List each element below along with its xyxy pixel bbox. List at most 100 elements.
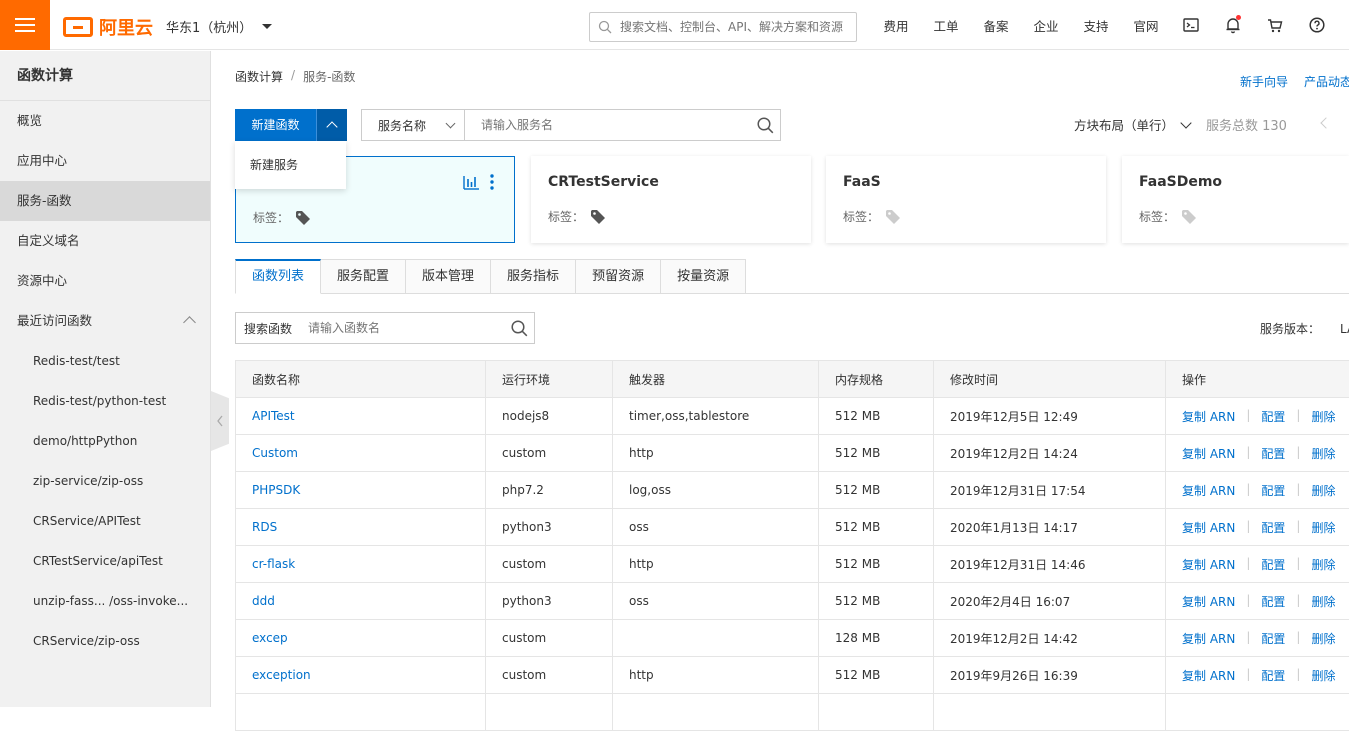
recent-function-item[interactable]: demo/httpPython <box>0 421 210 461</box>
memory-cell: 512 MB <box>819 509 934 546</box>
delete-link[interactable]: 删除 <box>1311 408 1335 425</box>
service-version[interactable]: 服务版本：LA <box>1260 320 1349 337</box>
search-icon[interactable] <box>504 320 534 337</box>
sidebar-item-overview[interactable]: 概览 <box>0 101 210 141</box>
function-search-input[interactable] <box>292 321 504 335</box>
layout-selector[interactable]: 方块布局（单行） <box>1074 115 1190 134</box>
new-function-button[interactable]: 新建函数 <box>235 109 317 141</box>
nav-support[interactable]: 支持 <box>1071 16 1121 35</box>
recent-function-item[interactable]: Redis-test/python-test <box>0 381 210 421</box>
service-card[interactable]: FaaSDemo 标签： <box>1122 156 1349 243</box>
guide-link[interactable]: 新手向导 <box>1240 73 1288 90</box>
new-service-menu-item[interactable]: 新建服务 <box>235 141 346 189</box>
action-separator: | <box>1246 556 1250 573</box>
delete-link[interactable]: 删除 <box>1311 593 1335 610</box>
tag-icon[interactable] <box>885 209 901 225</box>
copy-arn-link[interactable]: 复制 ARN <box>1182 519 1235 536</box>
aliyun-logo[interactable]: 阿里云 <box>63 14 153 40</box>
runtime-cell <box>486 694 613 731</box>
sidebar-item-recent[interactable]: 最近访问函数 <box>0 301 210 341</box>
service-search-field-select[interactable]: 服务名称 <box>362 110 465 140</box>
function-name-link[interactable]: APITest <box>236 398 486 435</box>
copy-arn-link[interactable]: 复制 ARN <box>1182 556 1235 573</box>
sidebar-item-service-function[interactable]: 服务-函数 <box>0 181 210 221</box>
sidebar-item-custom-domain[interactable]: 自定义域名 <box>0 221 210 261</box>
hamburger-menu-button[interactable] <box>0 0 50 50</box>
sidebar-item-resource-center[interactable]: 资源中心 <box>0 261 210 301</box>
terminal-icon[interactable] <box>1170 0 1212 50</box>
recent-function-item[interactable]: CRTestService/apiTest <box>0 541 210 581</box>
runtime-cell: custom <box>486 435 613 472</box>
copy-arn-link[interactable]: 复制 ARN <box>1182 667 1235 684</box>
function-name-link[interactable] <box>236 694 486 731</box>
copy-arn-link[interactable]: 复制 ARN <box>1182 630 1235 647</box>
runtime-cell: nodejs8 <box>486 398 613 435</box>
nav-tickets[interactable]: 工单 <box>921 16 971 35</box>
recent-function-item[interactable]: CRService/APITest <box>0 501 210 541</box>
nav-enterprise[interactable]: 企业 <box>1021 16 1071 35</box>
config-link[interactable]: 配置 <box>1261 482 1285 499</box>
delete-link[interactable]: 删除 <box>1311 556 1335 573</box>
trigger-cell: timer,oss,tablestore <box>613 398 819 435</box>
config-link[interactable]: 配置 <box>1261 519 1285 536</box>
service-card[interactable]: CRTestService 标签： <box>531 156 811 243</box>
tag-icon[interactable] <box>295 210 311 226</box>
bell-icon[interactable] <box>1212 0 1254 50</box>
function-name-link[interactable]: ddd <box>236 583 486 620</box>
copy-arn-link[interactable]: 复制 ARN <box>1182 408 1235 425</box>
recent-function-item[interactable]: Redis-test/test <box>0 341 210 381</box>
cart-icon[interactable] <box>1254 0 1296 50</box>
service-search-input[interactable] <box>465 110 750 140</box>
config-link[interactable]: 配置 <box>1261 556 1285 573</box>
more-vertical-icon[interactable] <box>490 174 494 190</box>
tab-on-demand-resources[interactable]: 按量资源 <box>661 259 746 294</box>
config-link[interactable]: 配置 <box>1261 593 1285 610</box>
service-card[interactable]: FaaS 标签： <box>826 156 1106 243</box>
nav-billing[interactable]: 费用 <box>871 16 921 35</box>
global-search[interactable] <box>589 12 857 42</box>
function-name-link[interactable]: excep <box>236 620 486 657</box>
recent-function-item[interactable]: zip-service/zip-oss <box>0 461 210 501</box>
delete-link[interactable]: 删除 <box>1311 445 1335 462</box>
product-news-link[interactable]: 产品动态 <box>1304 73 1349 90</box>
tab-service-metrics[interactable]: 服务指标 <box>491 259 576 294</box>
config-link[interactable]: 配置 <box>1261 630 1285 647</box>
layout-label: 方块布局（单行） <box>1074 115 1174 134</box>
new-function-dropdown-toggle[interactable] <box>317 109 347 141</box>
nav-icp[interactable]: 备案 <box>971 16 1021 35</box>
tag-icon[interactable] <box>1181 209 1197 225</box>
recent-function-item[interactable]: unzip-fass... /oss-invoke... <box>0 581 210 621</box>
prev-page-button[interactable] <box>1319 113 1333 133</box>
delete-link[interactable]: 删除 <box>1311 519 1335 536</box>
config-link[interactable]: 配置 <box>1261 445 1285 462</box>
copy-arn-link[interactable]: 复制 ARN <box>1182 482 1235 499</box>
tag-icon[interactable] <box>590 209 606 225</box>
copy-arn-link[interactable]: 复制 ARN <box>1182 593 1235 610</box>
tab-version-management[interactable]: 版本管理 <box>406 259 491 294</box>
tab-service-config[interactable]: 服务配置 <box>321 259 406 294</box>
delete-link[interactable]: 删除 <box>1311 630 1335 647</box>
sidebar-item-app-center[interactable]: 应用中心 <box>0 141 210 181</box>
recent-function-item[interactable]: CRService/zip-oss <box>0 621 210 661</box>
function-name-link[interactable]: cr-flask <box>236 546 486 583</box>
memory-cell: 512 MB <box>819 583 934 620</box>
function-name-link[interactable]: PHPSDK <box>236 472 486 509</box>
delete-link[interactable]: 删除 <box>1311 667 1335 684</box>
help-icon[interactable] <box>1296 0 1338 50</box>
delete-link[interactable]: 删除 <box>1311 482 1335 499</box>
function-name-link[interactable]: exception <box>236 657 486 694</box>
function-name-link[interactable]: Custom <box>236 435 486 472</box>
tab-provisioned-resources[interactable]: 预留资源 <box>576 259 661 294</box>
tab-function-list[interactable]: 函数列表 <box>235 259 321 294</box>
region-selector[interactable]: 华东1（杭州） <box>166 17 272 36</box>
global-search-input[interactable] <box>620 20 850 34</box>
config-link[interactable]: 配置 <box>1261 667 1285 684</box>
breadcrumb-root[interactable]: 函数计算 <box>235 68 283 85</box>
help-links: 新手向导 产品动态 <box>1240 73 1349 90</box>
function-name-link[interactable]: RDS <box>236 509 486 546</box>
config-link[interactable]: 配置 <box>1261 408 1285 425</box>
search-icon[interactable] <box>750 117 780 134</box>
metrics-chart-icon[interactable] <box>463 175 480 190</box>
nav-official-site[interactable]: 官网 <box>1121 16 1171 35</box>
copy-arn-link[interactable]: 复制 ARN <box>1182 445 1235 462</box>
